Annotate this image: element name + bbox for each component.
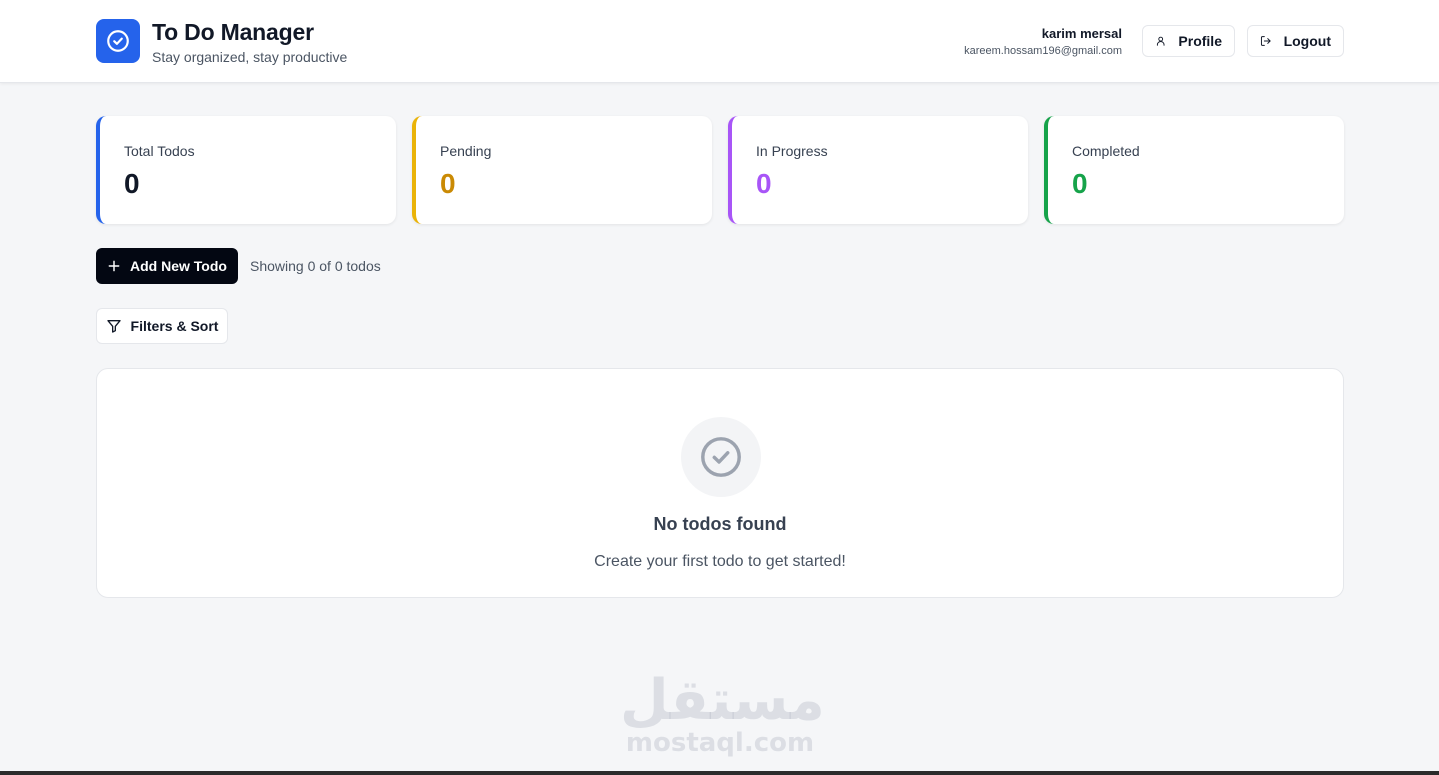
- stat-card-pending: Pending 0: [412, 116, 712, 224]
- stat-card-completed: Completed 0: [1044, 116, 1344, 224]
- check-circle-icon: [701, 437, 741, 477]
- profile-button[interactable]: Profile: [1142, 25, 1235, 57]
- stat-label: In Progress: [756, 143, 828, 159]
- stat-card-total: Total Todos 0: [96, 116, 396, 224]
- user-email: kareem.hossam196@gmail.com: [964, 45, 1122, 57]
- profile-button-label: Profile: [1178, 33, 1222, 49]
- stat-label: Pending: [440, 143, 492, 159]
- stat-value: 0: [756, 168, 772, 199]
- stat-value: 0: [124, 168, 140, 199]
- stat-value: 0: [440, 168, 456, 199]
- app-logo: [96, 19, 140, 63]
- user-name: karim mersal: [1041, 26, 1122, 41]
- logout-button-label: Logout: [1283, 33, 1331, 49]
- stat-card-in-progress: In Progress 0: [728, 116, 1028, 224]
- add-new-todo-label: Add New Todo: [130, 258, 227, 274]
- bottom-bar: [0, 771, 1439, 775]
- app-title: To Do Manager: [152, 19, 314, 45]
- plus-icon: [108, 260, 120, 272]
- add-new-todo-button[interactable]: Add New Todo: [96, 248, 238, 284]
- check-circle-icon: [107, 30, 129, 52]
- user-icon: [1156, 36, 1165, 46]
- todo-list-empty-state: No todos found Create your first todo to…: [96, 368, 1344, 598]
- watermark-logo: مستقل: [620, 668, 825, 733]
- app-header: To Do Manager Stay organized, stay produ…: [0, 0, 1439, 83]
- logout-button[interactable]: Logout: [1247, 25, 1344, 57]
- filter-icon: [106, 320, 121, 333]
- watermark-text: mostaql.com: [625, 728, 815, 758]
- showing-count: Showing 0 of 0 todos: [250, 258, 381, 274]
- logout-icon: [1260, 36, 1271, 46]
- filters-sort-button[interactable]: Filters & Sort: [96, 308, 228, 344]
- app-subtitle: Stay organized, stay productive: [152, 49, 348, 65]
- empty-state-description: Create your first todo to get started!: [594, 553, 846, 570]
- stat-label: Completed: [1072, 143, 1140, 159]
- stat-label: Total Todos: [124, 143, 195, 159]
- empty-state-title: No todos found: [653, 514, 787, 534]
- stat-value: 0: [1072, 168, 1088, 199]
- filters-sort-label: Filters & Sort: [130, 318, 219, 334]
- empty-state-icon-wrapper: [681, 417, 761, 497]
